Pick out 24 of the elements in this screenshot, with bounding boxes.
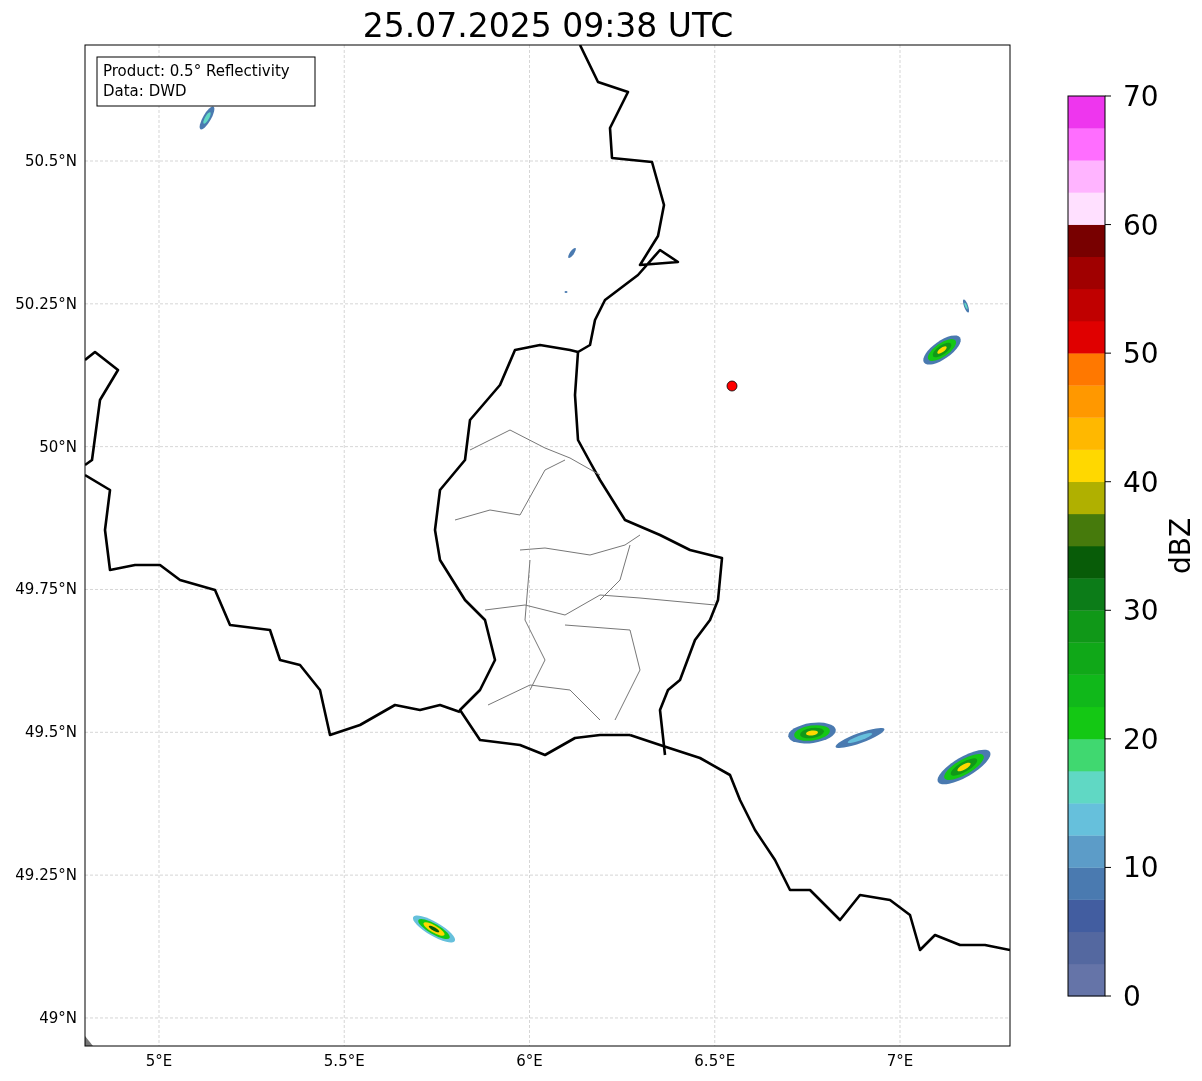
colorbar-tick-label: 20	[1123, 722, 1159, 756]
axis-tick-label: 49°N	[39, 1008, 77, 1027]
colorbar-tick-label: 40	[1123, 465, 1159, 499]
axis-tick-label: 50.25°N	[15, 294, 77, 313]
colorbar-label: dBZ	[1164, 517, 1197, 575]
colorbar-tick-label: 60	[1123, 208, 1159, 242]
info-text: Data: DWD	[103, 82, 187, 100]
colorbar-tick-label: 50	[1123, 337, 1159, 371]
axis-tick-label: 50.5°N	[24, 152, 77, 170]
chart-title: 25.07.2025 09:38 UTC	[362, 6, 734, 45]
axis-tick-label: 49.75°N	[15, 580, 77, 599]
axis-tick-label: 49.5°N	[24, 723, 77, 742]
axis-tick-label: 5°E	[145, 1052, 173, 1070]
axis-tick-label: 6.5°E	[694, 1052, 736, 1070]
axis-tick-label: 49.25°N	[15, 866, 77, 885]
axis-tick-label: 5.5°E	[323, 1052, 365, 1070]
colorbar-tick-label: 70	[1123, 80, 1159, 113]
colorbar-tick-label: 30	[1123, 594, 1159, 628]
info-text: Product: 0.5° Reflectivity	[103, 62, 290, 80]
colorbar-tick-label: 0	[1123, 980, 1141, 1013]
axis-tick-label: 6°E	[516, 1052, 543, 1070]
colorbar-tick-label: 10	[1123, 851, 1159, 885]
axis-tick-label: 50°N	[39, 437, 77, 456]
axis-tick-label: 7°E	[886, 1052, 914, 1070]
